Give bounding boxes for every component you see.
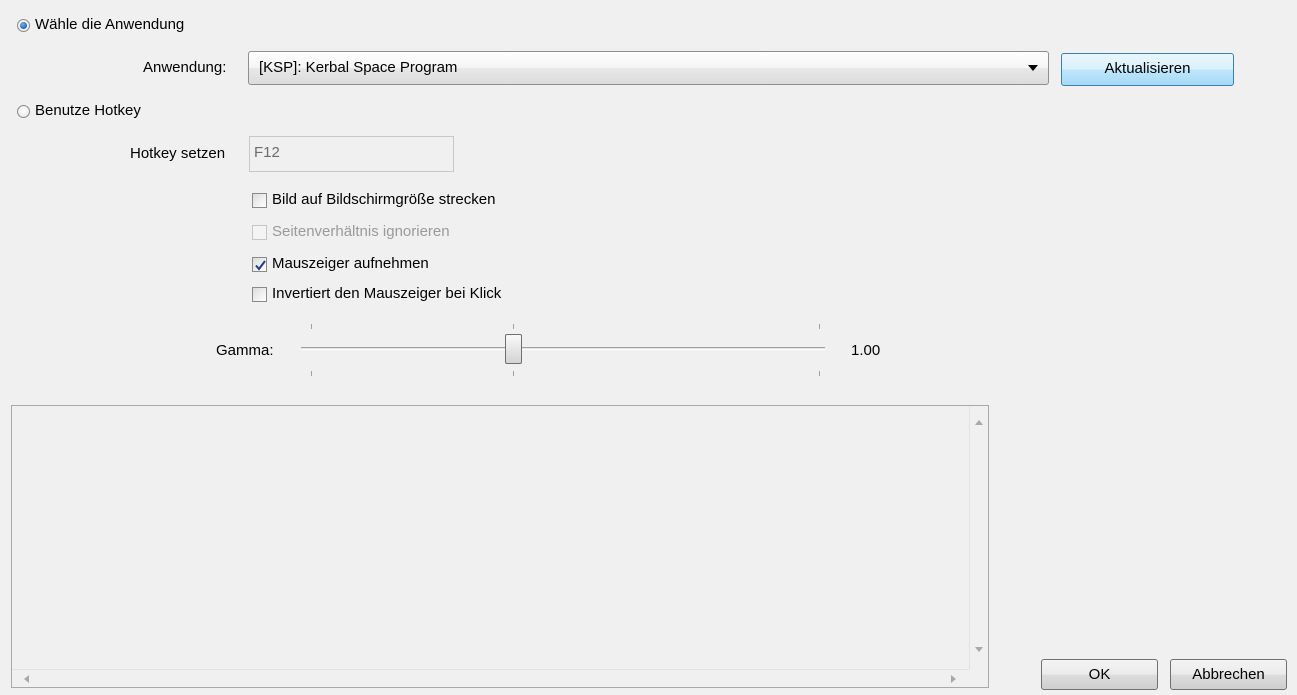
scroll-right-icon[interactable]: [951, 675, 956, 683]
ok-button[interactable]: OK: [1041, 659, 1158, 690]
slider-track[interactable]: [301, 347, 825, 350]
slider-tick: [819, 371, 820, 376]
checkbox-stretch-to-screen[interactable]: [252, 193, 267, 208]
horizontal-scrollbar[interactable]: [12, 669, 969, 687]
chevron-down-icon[interactable]: [1028, 65, 1038, 71]
refresh-button[interactable]: Aktualisieren: [1061, 53, 1234, 86]
gamma-label: Gamma:: [216, 342, 274, 359]
slider-tick: [513, 324, 514, 329]
radio-use-hotkey[interactable]: [17, 105, 30, 118]
radio-use-hotkey-label[interactable]: Benutze Hotkey: [35, 102, 141, 120]
slider-tick: [311, 371, 312, 376]
option-label-invert-cursor-on-click[interactable]: Invertiert den Mauszeiger bei Klick: [272, 285, 501, 303]
option-label-stretch-to-screen[interactable]: Bild auf Bildschirmgröße strecken: [272, 191, 495, 209]
checkbox-ignore-aspect-ratio[interactable]: [252, 225, 267, 240]
scroll-left-icon[interactable]: [24, 675, 29, 683]
scrollbar-corner: [969, 669, 988, 687]
slider-tick: [819, 324, 820, 329]
slider-thumb[interactable]: [505, 334, 522, 364]
hotkey-field-value: F12: [254, 144, 280, 161]
cancel-button[interactable]: Abbrechen: [1170, 659, 1287, 690]
application-label: Anwendung:: [143, 59, 227, 76]
slider-tick: [311, 324, 312, 329]
hotkey-field[interactable]: F12: [249, 136, 454, 172]
checkbox-capture-cursor[interactable]: [252, 257, 267, 272]
radio-choose-application[interactable]: [17, 19, 30, 32]
radio-selected-indicator: [20, 22, 27, 29]
vertical-scrollbar[interactable]: [969, 406, 988, 669]
hotkey-label: Hotkey setzen: [130, 145, 226, 162]
slider-tick: [513, 371, 514, 376]
radio-choose-application-label[interactable]: Wähle die Anwendung: [35, 16, 184, 34]
scroll-down-icon[interactable]: [975, 647, 983, 652]
scroll-up-icon[interactable]: [975, 420, 983, 425]
gamma-value: 1.00: [851, 342, 881, 359]
checkbox-invert-cursor-on-click[interactable]: [252, 287, 267, 302]
checkmark-icon: [255, 260, 266, 271]
option-label-ignore-aspect-ratio[interactable]: Seitenverhältnis ignorieren: [272, 223, 450, 241]
application-dropdown-value: [KSP]: Kerbal Space Program: [259, 59, 458, 76]
preview-text-area[interactable]: [11, 405, 989, 688]
option-label-capture-cursor[interactable]: Mauszeiger aufnehmen: [272, 255, 429, 273]
application-dropdown[interactable]: [KSP]: Kerbal Space Program: [248, 51, 1049, 85]
